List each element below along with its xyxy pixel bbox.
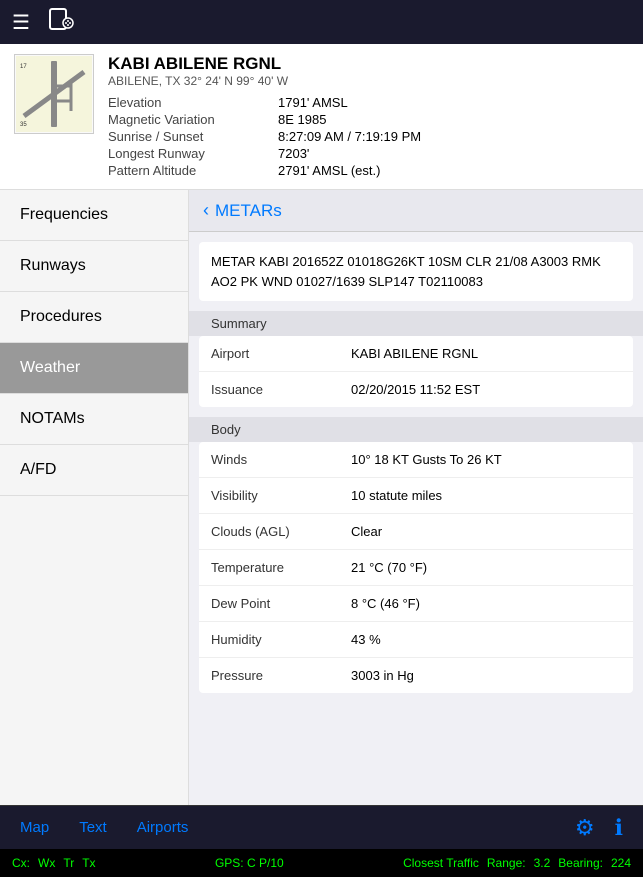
summary-header: Summary (189, 311, 643, 336)
airport-name: KABI ABILENE RGNL (108, 54, 629, 74)
sidebar-item-notams[interactable]: NOTAMs (0, 394, 188, 445)
detail-row-visibility: Visibility 10 statute miles (199, 478, 633, 514)
runway-label: Longest Runway (108, 146, 278, 161)
sunrise-value: 8:27:09 AM / 7:19:19 PM (278, 129, 421, 144)
detail-row-dewpoint: Dew Point 8 °C (46 °F) (199, 586, 633, 622)
cx-label: Cx: (12, 856, 30, 870)
wx-label: Wx (38, 856, 55, 870)
detail-row-pressure: Pressure 3003 in Hg (199, 658, 633, 693)
svg-text:35: 35 (20, 122, 27, 128)
airport-row-value: KABI ABILENE RGNL (351, 346, 621, 361)
issuance-row-value: 02/20/2015 11:52 EST (351, 382, 621, 397)
detail-row-winds: Winds 10° 18 KT Gusts To 26 KT (199, 442, 633, 478)
sidebar-item-frequencies[interactable]: Frequencies (0, 190, 188, 241)
humidity-label: Humidity (211, 632, 351, 647)
content-panel: ‹ METARs METAR KABI 201652Z 01018G26KT 1… (189, 190, 643, 805)
visibility-label: Visibility (211, 488, 351, 503)
tab-group: Map Text Airports (20, 819, 188, 836)
range-label: Range: (487, 856, 526, 870)
bottom-icons: ⚙ ℹ (575, 815, 623, 841)
info-icon[interactable]: ℹ (615, 815, 623, 841)
tab-map[interactable]: Map (20, 819, 49, 836)
range-value: 3.2 (534, 856, 551, 870)
airport-location: ABILENE, TX 32° 24' N 99° 40' W (108, 74, 629, 88)
tab-airports[interactable]: Airports (137, 819, 189, 836)
winds-value: 10° 18 KT Gusts To 26 KT (351, 452, 621, 467)
back-arrow-icon[interactable]: ‹ (203, 200, 209, 221)
mag-var-value: 8E 1985 (278, 112, 326, 127)
bearing-value: 224 (611, 856, 631, 870)
airport-header: 17 35 KABI ABILENE RGNL ABILENE, TX 32° … (0, 44, 643, 190)
summary-table: Airport KABI ABILENE RGNL Issuance 02/20… (199, 336, 633, 407)
detail-row-airport: Airport KABI ABILENE RGNL (199, 336, 633, 372)
winds-label: Winds (211, 452, 351, 467)
tab-text[interactable]: Text (79, 819, 107, 836)
traffic-label: Closest Traffic (403, 856, 479, 870)
tx-label: Tx (82, 856, 95, 870)
temperature-label: Temperature (211, 560, 351, 575)
settings-gear-icon[interactable]: ⚙ (575, 815, 595, 841)
sidebar: Frequencies Runways Procedures Weather N… (0, 190, 189, 805)
sidebar-item-weather[interactable]: Weather (0, 343, 188, 394)
pattern-label: Pattern Altitude (108, 163, 278, 178)
visibility-value: 10 statute miles (351, 488, 621, 503)
airport-details-table: Elevation 1791' AMSL Magnetic Variation … (108, 94, 629, 179)
device-settings-icon[interactable] (46, 5, 74, 39)
airport-row-label: Airport (211, 346, 351, 361)
body-table: Winds 10° 18 KT Gusts To 26 KT Visibilit… (199, 442, 633, 693)
detail-row-humidity: Humidity 43 % (199, 622, 633, 658)
pressure-label: Pressure (211, 668, 351, 683)
top-bar: ☰ (0, 0, 643, 44)
tr-label: Tr (63, 856, 74, 870)
humidity-value: 43 % (351, 632, 621, 647)
bearing-label: Bearing: (558, 856, 603, 870)
summary-section: Summary Airport KABI ABILENE RGNL Issuan… (189, 311, 643, 407)
elevation-value: 1791' AMSL (278, 95, 348, 110)
body-header: Body (189, 417, 643, 442)
clouds-value: Clear (351, 524, 621, 539)
detail-row-issuance: Issuance 02/20/2015 11:52 EST (199, 372, 633, 407)
menu-icon[interactable]: ☰ (12, 10, 30, 35)
svg-text:17: 17 (20, 64, 27, 70)
metar-raw-text: METAR KABI 201652Z 01018G26KT 10SM CLR 2… (199, 242, 633, 301)
metar-header: ‹ METARs (189, 190, 643, 232)
dewpoint-value: 8 °C (46 °F) (351, 596, 621, 611)
sidebar-item-runways[interactable]: Runways (0, 241, 188, 292)
airport-diagram: 17 35 (14, 54, 94, 134)
pressure-value: 3003 in Hg (351, 668, 621, 683)
metar-title[interactable]: METARs (215, 201, 282, 221)
detail-row-clouds: Clouds (AGL) Clear (199, 514, 633, 550)
dewpoint-label: Dew Point (211, 596, 351, 611)
detail-row-temperature: Temperature 21 °C (70 °F) (199, 550, 633, 586)
mag-var-label: Magnetic Variation (108, 112, 278, 127)
gps-status: GPS: C P/10 (215, 856, 284, 870)
main-content: Frequencies Runways Procedures Weather N… (0, 190, 643, 805)
status-bar: Cx: Wx Tr Tx GPS: C P/10 Closest Traffic… (0, 849, 643, 877)
sidebar-item-afd[interactable]: A/FD (0, 445, 188, 496)
temperature-value: 21 °C (70 °F) (351, 560, 621, 575)
clouds-label: Clouds (AGL) (211, 524, 351, 539)
runway-value: 7203' (278, 146, 309, 161)
body-section: Body Winds 10° 18 KT Gusts To 26 KT Visi… (189, 417, 643, 693)
elevation-label: Elevation (108, 95, 278, 110)
bottom-tab-bar: Map Text Airports ⚙ ℹ (0, 805, 643, 849)
pattern-value: 2791' AMSL (est.) (278, 163, 380, 178)
airport-info: KABI ABILENE RGNL ABILENE, TX 32° 24' N … (108, 54, 629, 179)
sidebar-item-procedures[interactable]: Procedures (0, 292, 188, 343)
issuance-row-label: Issuance (211, 382, 351, 397)
sunrise-label: Sunrise / Sunset (108, 129, 278, 144)
